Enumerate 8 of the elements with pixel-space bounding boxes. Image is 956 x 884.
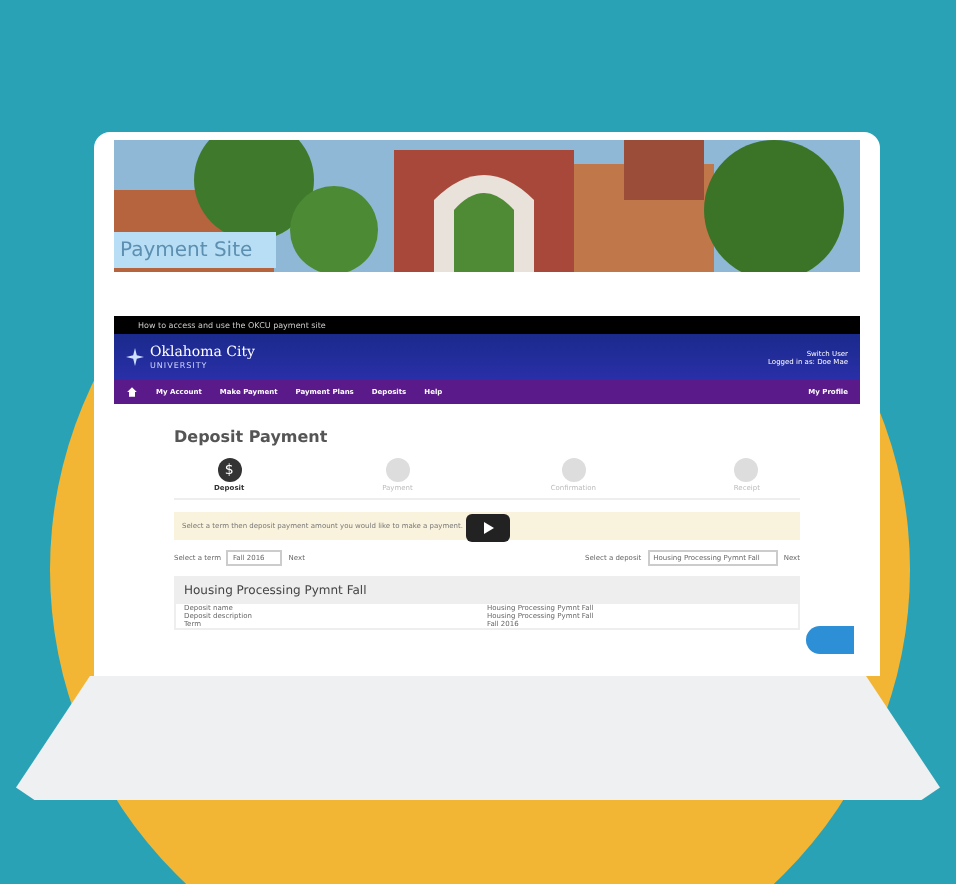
star-icon (126, 348, 144, 366)
step-dot[interactable] (734, 458, 759, 482)
home-icon[interactable] (126, 386, 138, 398)
play-button[interactable] (466, 514, 510, 542)
page-title: Deposit Payment (174, 428, 328, 446)
step-dot[interactable] (561, 458, 586, 482)
banner-title: Payment Site (114, 232, 277, 268)
step-dot[interactable] (385, 458, 410, 482)
